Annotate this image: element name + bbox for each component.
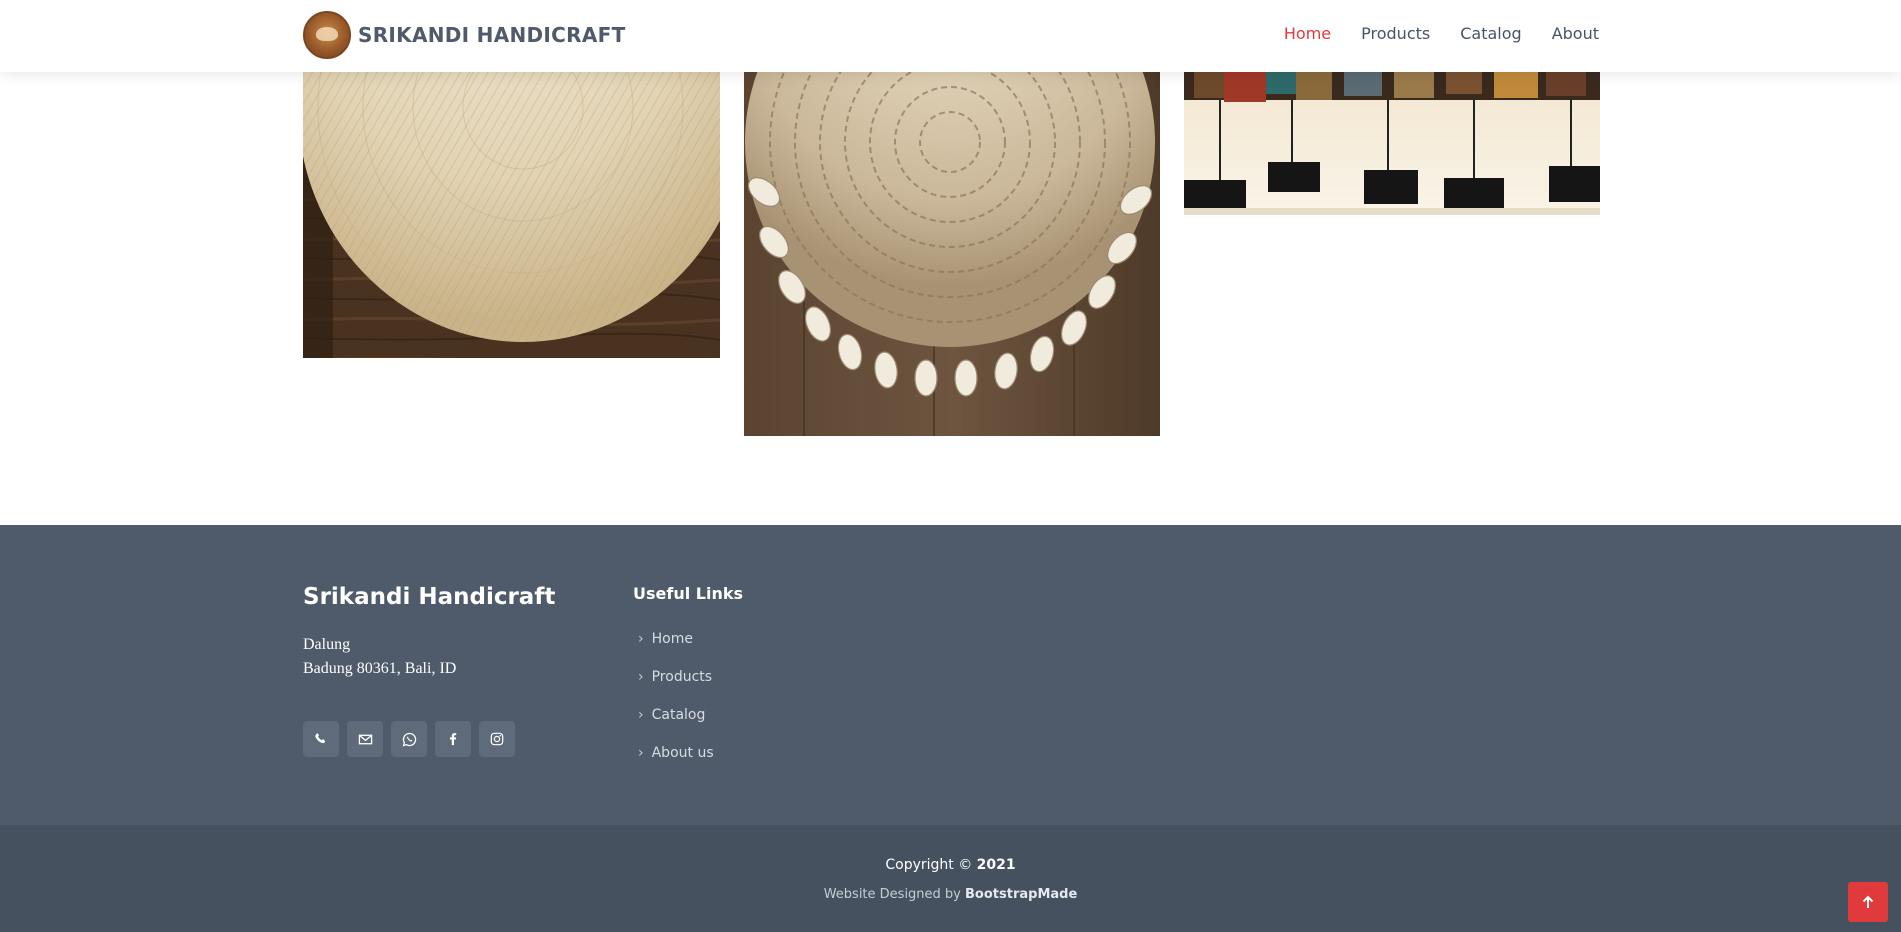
footer-top <box>0 525 1901 825</box>
credits-prefix: Website Designed by <box>823 887 961 902</box>
site-brand: SRIKANDI HANDICRAFT <box>358 23 626 47</box>
footer-link-catalog[interactable]: › Catalog <box>638 696 714 734</box>
instagram-button[interactable] <box>479 721 515 757</box>
seagrass-cowrie-placemat-photo[interactable] <box>744 72 1160 436</box>
facebook-button[interactable] <box>435 721 471 757</box>
footer-link-products[interactable]: › Products <box>638 658 714 696</box>
chevron-right-icon: › <box>638 745 644 761</box>
rattan-placemat-photo[interactable] <box>303 72 720 358</box>
back-to-top-button[interactable] <box>1848 882 1888 922</box>
footer-link-about[interactable]: › About us <box>638 734 714 772</box>
footer-link-home[interactable]: › Home <box>638 620 714 658</box>
phone-button[interactable] <box>303 721 339 757</box>
footer-bottom <box>0 825 1901 932</box>
chevron-right-icon: › <box>638 669 644 685</box>
copyright-year: 2021 <box>976 857 1016 873</box>
whatsapp-button[interactable] <box>391 721 427 757</box>
copyright: Copyright © 2021 <box>0 857 1901 873</box>
address-line-2: Badung 80361, Bali, ID <box>303 660 457 677</box>
footer-link-label: Home <box>651 631 693 647</box>
logo-icon <box>303 11 351 59</box>
footer-address: Dalung Badung 80361, Bali, ID <box>303 633 456 681</box>
logo-link[interactable]: SRIKANDI HANDICRAFT <box>303 11 626 59</box>
copyright-prefix: Copyright © <box>885 857 973 873</box>
phone-icon <box>315 733 326 744</box>
arrow-up-icon <box>1862 895 1874 908</box>
email-icon <box>358 734 372 744</box>
footer-link-label: About us <box>651 745 714 761</box>
social-links <box>303 721 515 757</box>
footer-link-label: Products <box>651 669 713 685</box>
whatsapp-icon <box>402 732 416 746</box>
footer-brand: Srikandi Handicraft <box>303 584 556 610</box>
chevron-right-icon: › <box>638 707 644 723</box>
footer-link-label: Catalog <box>651 707 706 723</box>
statues-on-stands-photo[interactable] <box>1184 72 1600 215</box>
useful-links-title: Useful Links <box>633 584 744 603</box>
site-header: SRIKANDI HANDICRAFT Home Products Catalo… <box>0 0 1901 72</box>
nav-products[interactable]: Products <box>1361 24 1430 43</box>
email-button[interactable] <box>347 721 383 757</box>
chevron-right-icon: › <box>638 631 644 647</box>
address-line-1: Dalung <box>303 636 351 653</box>
nav-home[interactable]: Home <box>1284 24 1331 43</box>
nav-about[interactable]: About <box>1552 24 1599 43</box>
nav-catalog[interactable]: Catalog <box>1460 24 1521 43</box>
credits-link[interactable]: BootstrapMade <box>965 887 1077 902</box>
main-nav: Home Products Catalog About <box>1284 24 1599 43</box>
credits: Website Designed by BootstrapMade <box>0 887 1901 902</box>
useful-links-list: › Home › Products › Catalog › About us <box>638 620 714 772</box>
instagram-icon <box>490 732 504 746</box>
facebook-icon <box>449 733 457 746</box>
